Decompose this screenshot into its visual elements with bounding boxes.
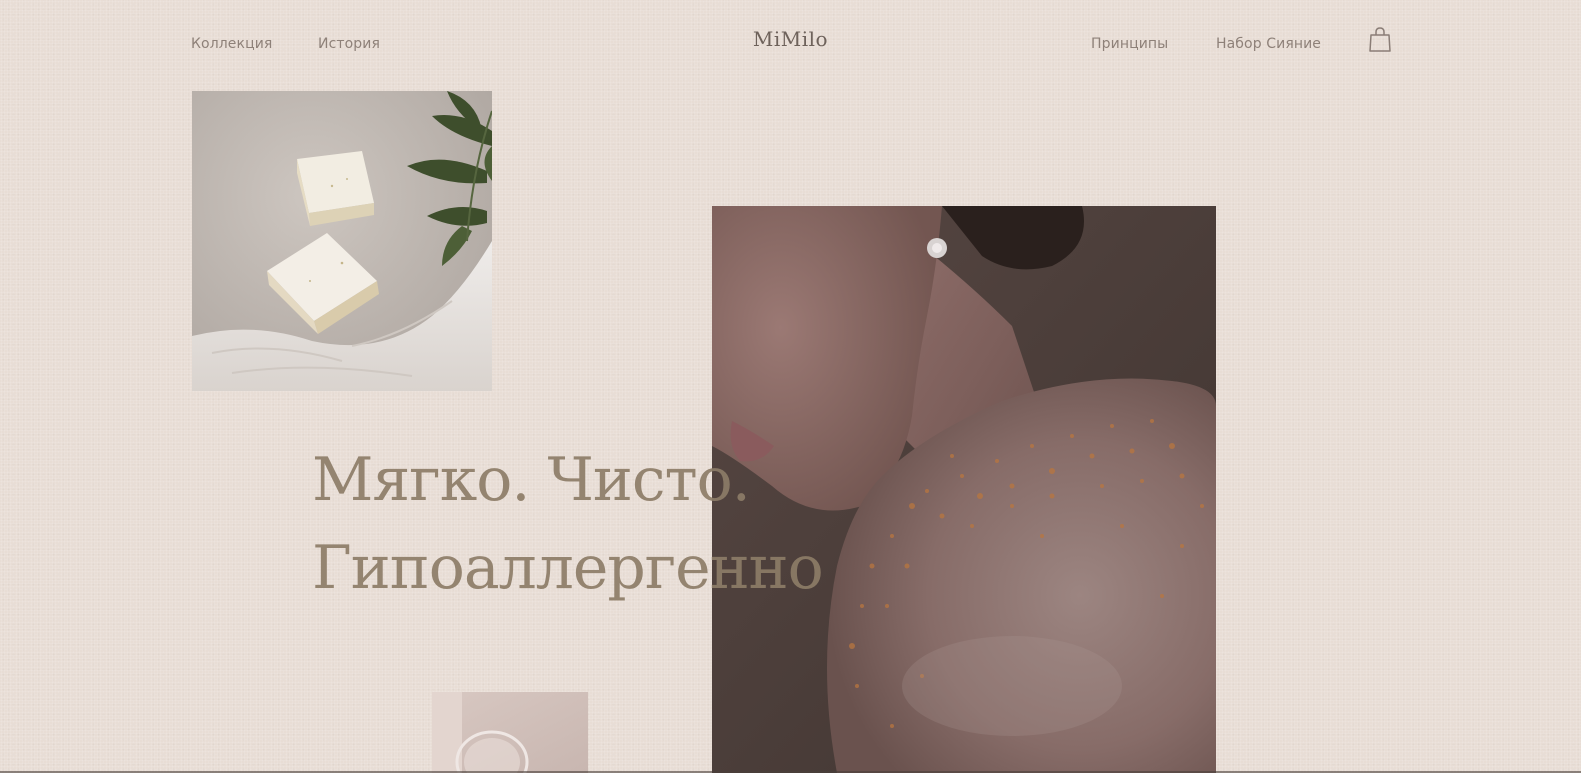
product-image-small	[432, 692, 588, 773]
brand-logo[interactable]: MiMilo	[753, 27, 828, 51]
hero-heading: Мягко. Чисто. Гипоаллергенно	[312, 436, 824, 612]
cart-button[interactable]	[1367, 26, 1393, 54]
nav-link-collection[interactable]: Коллекция	[191, 36, 272, 52]
shopping-bag-icon	[1369, 27, 1391, 52]
hero-heading-line-1: Мягко. Чисто.	[312, 445, 751, 515]
hero-heading-line-2: Гипоаллергенно	[312, 533, 824, 603]
nav-link-principles[interactable]: Принципы	[1091, 36, 1168, 52]
soap-bars-image	[192, 91, 492, 391]
nav-link-radiance-set[interactable]: Набор Сияние	[1216, 36, 1321, 52]
nav-link-history[interactable]: История	[318, 36, 380, 52]
